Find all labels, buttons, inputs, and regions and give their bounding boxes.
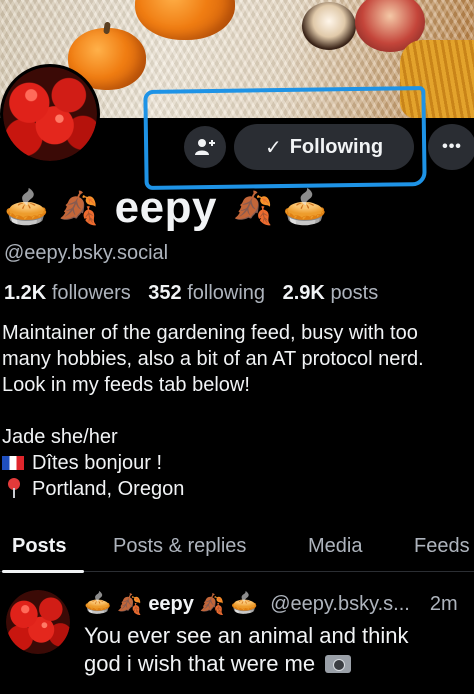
tomato-avatar-image <box>6 590 70 654</box>
followers-count: 1.2K <box>4 282 47 304</box>
following-button[interactable]: ✓ Following <box>234 124 414 170</box>
posts-count: 2.9K <box>282 282 325 304</box>
post-author-handle[interactable]: @eepy.bsky.s... <box>270 593 410 616</box>
profile-avatar[interactable] <box>0 64 100 164</box>
post-body[interactable]: You ever see an animal and think god i w… <box>84 622 474 678</box>
post-text-line-2: god i wish that were me <box>84 650 474 678</box>
pie-emoji-icon: 🥧 <box>84 591 112 616</box>
bio-line <box>2 398 474 424</box>
following-count: 352 <box>148 282 182 304</box>
leaf-emoji-icon: 🍂 <box>117 592 143 616</box>
more-options-button[interactable]: ••• <box>428 124 474 170</box>
following-link[interactable]: 352 following <box>148 282 265 304</box>
display-name-row: 🥧 🍂 eepy 🍂 🥧 <box>4 178 474 238</box>
tab-feeds[interactable]: Feeds <box>414 520 470 572</box>
pie-emoji-icon: 🥧 <box>230 591 259 616</box>
display-name: eepy <box>114 183 217 232</box>
bio-line: Portland, Oregon <box>32 478 185 500</box>
profile-bio: Maintainer of the gardening feed, busy w… <box>2 320 474 502</box>
profile-tabs: Posts Posts & replies Media Feeds <box>0 520 474 573</box>
check-icon: ✓ <box>264 136 282 159</box>
bio-line: Dîtes bonjour ! <box>32 452 163 474</box>
post-header: 🥧 🍂 eepy 🍂 🥧 @eepy.bsky.s... 2m <box>84 590 474 618</box>
tab-posts[interactable]: Posts <box>1 520 86 573</box>
bio-line: Look in my feeds tab below! <box>2 374 250 396</box>
leaf-emoji-icon: 🍂 <box>58 189 99 227</box>
leaf-emoji-icon: 🍂 <box>232 189 273 227</box>
scarf-tassel-image <box>400 40 474 118</box>
add-user-button[interactable] <box>184 126 226 168</box>
following-label: following <box>187 282 266 304</box>
bio-line-location: Portland, Oregon <box>2 476 474 502</box>
bio-line-language: Dîtes bonjour ! <box>2 450 474 476</box>
tab-posts-and-replies[interactable]: Posts & replies <box>113 520 246 572</box>
post-author-avatar[interactable] <box>6 590 70 654</box>
location-pin-icon <box>6 478 22 498</box>
bio-line: Jade she/her <box>2 426 118 448</box>
followers-label: followers <box>51 282 131 304</box>
post-author-name[interactable]: eepy <box>148 593 194 616</box>
add-user-icon <box>195 139 215 155</box>
bio-line: many hobbies, also a bit of an AT protoc… <box>2 348 424 370</box>
posts-stat: 2.9K posts <box>283 282 379 304</box>
followers-link[interactable]: 1.2K followers <box>4 282 131 304</box>
post-text-line: You ever see an animal and think <box>84 623 409 648</box>
pie-emoji-icon: 🥧 <box>4 187 49 228</box>
tab-media[interactable]: Media <box>308 520 362 572</box>
pie-emoji-icon: 🥧 <box>282 187 328 228</box>
profile-stats: 1.2K followers 352 following 2.9K posts <box>4 282 378 305</box>
posts-label: posts <box>330 282 379 304</box>
french-flag-icon <box>2 456 24 470</box>
post-text-line: god i wish that were me <box>84 651 316 676</box>
post-timestamp: 2m <box>429 592 458 615</box>
profile-handle: @eepy.bsky.social <box>4 242 169 264</box>
bio-line: Maintainer of the gardening feed, busy w… <box>2 322 418 344</box>
following-button-label: Following <box>289 135 384 158</box>
camera-emoji-icon <box>325 655 352 673</box>
cup-image <box>302 2 356 50</box>
leaf-emoji-icon: 🍂 <box>199 592 225 616</box>
tomato-avatar-image <box>3 67 97 161</box>
ellipsis-icon: ••• <box>442 138 462 155</box>
